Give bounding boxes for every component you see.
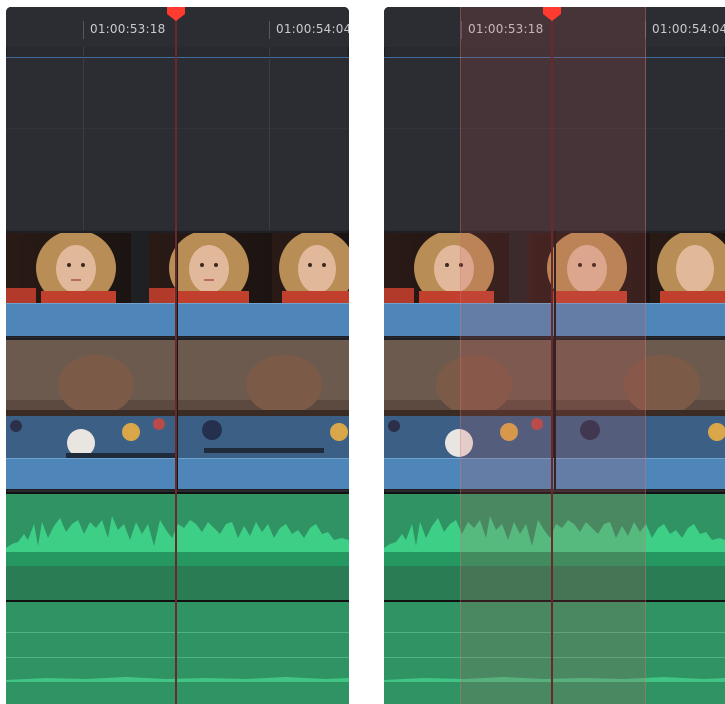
portrait-frame — [650, 233, 725, 303]
timeline-panel-right[interactable]: 01:00:53:18 01:00:54:04 — [384, 7, 725, 704]
playhead-icon[interactable] — [543, 7, 561, 21]
timeline-panel-left[interactable]: 01:00:53:18 01:00:54:04 — [6, 7, 349, 704]
playhead-line[interactable] — [175, 7, 177, 704]
audio-waveform — [6, 516, 349, 566]
portrait-frame — [149, 233, 274, 303]
grid-line — [83, 47, 84, 230]
pool-frame — [194, 340, 349, 458]
range-selection[interactable] — [460, 7, 646, 704]
grid-line — [269, 47, 270, 230]
audio-track-2[interactable] — [6, 600, 349, 704]
portrait-frame — [6, 233, 131, 303]
empty-video-track[interactable] — [6, 58, 349, 230]
portrait-frame — [272, 233, 349, 303]
audio-track-1[interactable] — [6, 492, 349, 600]
playhead-line[interactable] — [551, 7, 553, 704]
pool-frame — [6, 340, 194, 458]
audio-waveform — [6, 677, 349, 682]
playhead-icon[interactable] — [167, 7, 185, 21]
